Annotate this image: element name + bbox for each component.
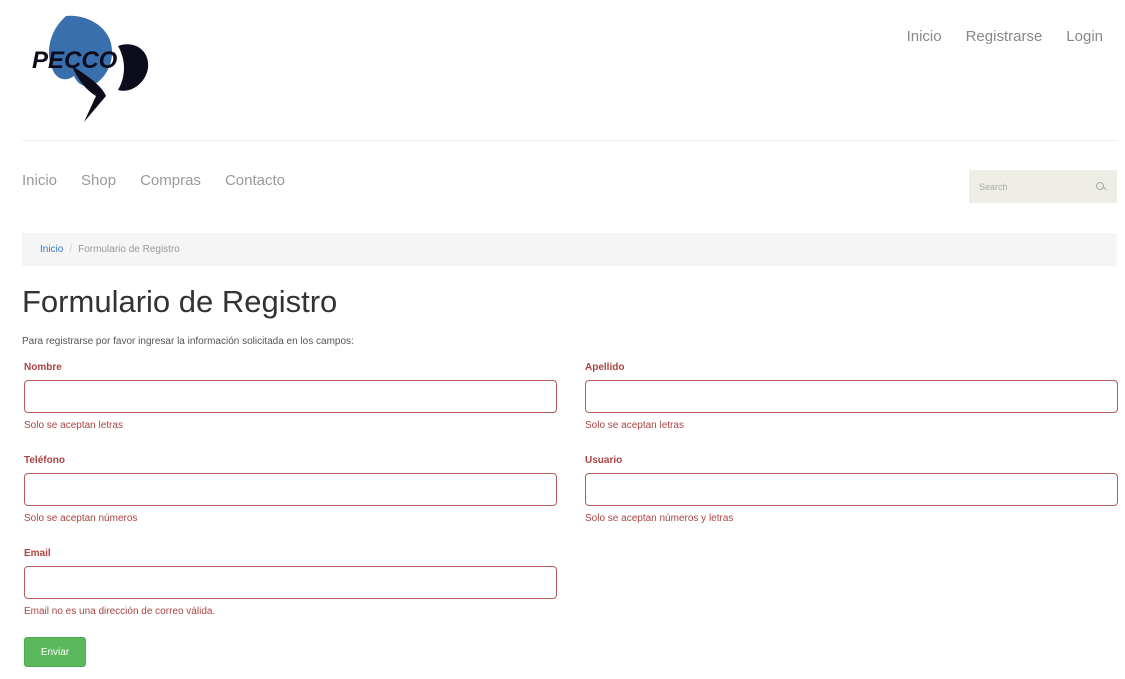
apellido-help: Solo se aceptan letras	[585, 420, 684, 431]
search-icon[interactable]	[1095, 181, 1107, 193]
email-field-group: Email Email no es una dirección de corre…	[24, 548, 559, 617]
main-nav: Inicio Shop Compras Contacto	[22, 172, 285, 189]
nombre-label: Nombre	[24, 362, 62, 373]
usuario-help: Solo se aceptan números y letras	[585, 513, 734, 524]
logo-text: PECCO	[32, 47, 118, 74]
header-divider	[22, 140, 1117, 141]
submit-button[interactable]: Enviar	[24, 637, 86, 667]
breadcrumb: Inicio / Formulario de Registro	[22, 233, 1117, 266]
top-nav-registrarse[interactable]: Registrarse	[966, 28, 1043, 45]
telefono-label: Teléfono	[24, 455, 65, 466]
main-nav-shop[interactable]: Shop	[81, 172, 116, 189]
top-nav-inicio[interactable]: Inicio	[907, 28, 942, 45]
apellido-label: Apellido	[585, 362, 625, 373]
top-nav-login[interactable]: Login	[1066, 28, 1103, 45]
logo-graphic: PECCO	[32, 15, 149, 122]
telefono-help: Solo se aceptan números	[24, 513, 138, 524]
breadcrumb-separator: /	[69, 244, 73, 255]
intro-text: Para registrarse por favor ingresar la i…	[22, 336, 354, 347]
email-input[interactable]	[24, 566, 557, 599]
telefono-field-group: Teléfono Solo se aceptan números	[24, 455, 559, 524]
top-nav: Inicio Registrarse Login	[907, 28, 1103, 45]
email-label: Email	[24, 548, 51, 559]
brand-logo[interactable]: PECCO	[22, 10, 152, 122]
page-title: Formulario de Registro	[22, 284, 338, 319]
usuario-label: Usuario	[585, 455, 623, 466]
email-help: Email no es una dirección de correo váli…	[24, 606, 216, 617]
telefono-input[interactable]	[24, 473, 557, 506]
breadcrumb-home[interactable]: Inicio	[40, 244, 63, 255]
breadcrumb-current: Formulario de Registro	[78, 244, 180, 255]
nombre-help: Solo se aceptan letras	[24, 420, 123, 431]
main-nav-contacto[interactable]: Contacto	[225, 172, 285, 189]
main-nav-compras[interactable]: Compras	[140, 172, 201, 189]
apellido-field-group: Apellido Solo se aceptan letras	[585, 362, 1120, 431]
search-box	[969, 170, 1117, 203]
usuario-field-group: Usuario Solo se aceptan números y letras	[585, 455, 1120, 524]
nombre-input[interactable]	[24, 380, 557, 413]
nombre-field-group: Nombre Solo se aceptan letras	[24, 362, 559, 431]
usuario-input[interactable]	[585, 473, 1118, 506]
apellido-input[interactable]	[585, 380, 1118, 413]
main-nav-inicio[interactable]: Inicio	[22, 172, 57, 189]
search-input[interactable]	[979, 181, 1095, 192]
